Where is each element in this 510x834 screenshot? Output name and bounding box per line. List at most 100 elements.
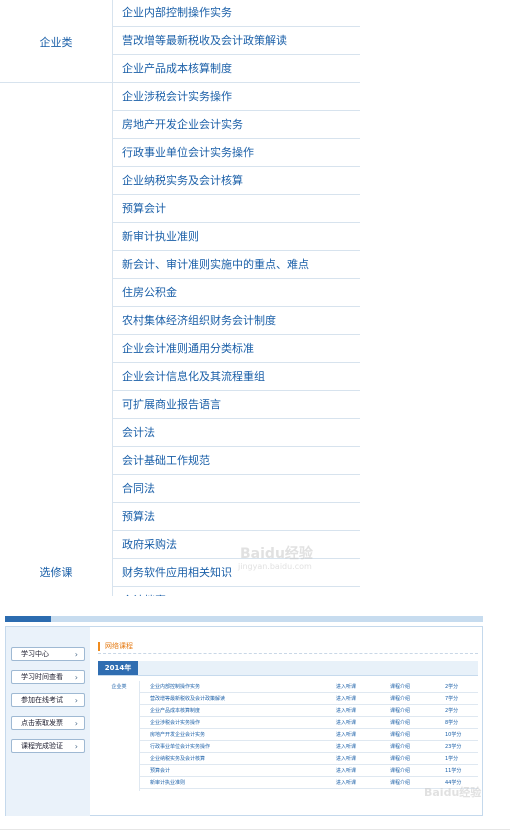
watermark-url: jingyan.baidu.com — [238, 562, 312, 571]
enter-course-link[interactable]: 进入听课 — [336, 681, 356, 693]
category-label: 选修课 — [39, 566, 73, 579]
course-link-row[interactable]: 企业纳税实务及会计核算 — [113, 167, 360, 195]
course-link-row[interactable]: 企业产品成本核算制度 — [113, 55, 360, 83]
enter-course-link[interactable]: 进入听课 — [336, 741, 356, 753]
course-link-row[interactable]: 房地产开发企业会计实务 — [113, 111, 360, 139]
course-link[interactable]: 营改增等最新税收及会计政策解读 — [122, 27, 287, 54]
table-row: 行政事业单位会计实务操作 进入听课 课程介绍 23学分 — [140, 741, 478, 753]
enter-course-link[interactable]: 进入听课 — [336, 777, 356, 789]
course-link-row[interactable]: 合同法 — [113, 475, 360, 503]
course-name-link[interactable]: 营改增等最新税收及会计政策解读 — [150, 693, 225, 705]
credit-value: 2学分 — [445, 684, 459, 690]
course-link[interactable]: 企业内部控制操作实务 — [122, 0, 232, 26]
sidebar-button[interactable]: 学习时间查看 › — [11, 670, 85, 684]
sidebar-button[interactable]: 参加在线考试 › — [11, 693, 85, 707]
course-link[interactable]: 农村集体经济组织财务会计制度 — [122, 307, 276, 334]
chevron-right-icon: › — [74, 696, 78, 705]
course-intro-link[interactable]: 课程介绍 — [390, 765, 410, 777]
course-name-link[interactable]: 新审计执业准则 — [150, 777, 185, 789]
watermark-logo: Baidu经验 — [424, 786, 482, 799]
course-link[interactable]: 合同法 — [122, 475, 155, 502]
course-link-row[interactable]: 新审计执业准则 — [113, 223, 360, 251]
course-intro-link[interactable]: 课程介绍 — [390, 693, 410, 705]
course-intro-link[interactable]: 课程介绍 — [390, 717, 410, 729]
course-link[interactable]: 财务软件应用相关知识 — [122, 559, 232, 586]
category-label: 企业类 — [39, 36, 73, 49]
course-link-row[interactable]: 农村集体经济组织财务会计制度 — [113, 307, 360, 335]
course-link-row[interactable]: 会计档案 — [113, 587, 360, 596]
embedded-screenshot: 学习中心 › 学习时间查看 › 参加在线考试 › 点击索取发票 › 课程完成验证 › 网络课程 2… — [5, 614, 483, 816]
course-link[interactable]: 行政事业单位会计实务操作 — [122, 139, 254, 166]
sidebar-button[interactable]: 课程完成验证 › — [11, 739, 85, 753]
progress-fill — [5, 616, 51, 622]
course-link[interactable]: 企业纳税实务及会计核算 — [122, 167, 243, 194]
course-intro-link[interactable]: 课程介绍 — [390, 681, 410, 693]
course-name-link[interactable]: 企业产品成本核算制度 — [150, 705, 200, 717]
course-link[interactable]: 新审计执业准则 — [122, 223, 199, 250]
course-link-row[interactable]: 企业涉税会计实务操作 — [113, 83, 360, 111]
course-link-row[interactable]: 企业内部控制操作实务 — [113, 0, 360, 27]
chevron-right-icon: › — [74, 673, 78, 682]
course-intro-link[interactable]: 课程介绍 — [390, 753, 410, 765]
course-link[interactable]: 会计法 — [122, 419, 155, 446]
course-link[interactable]: 预算会计 — [122, 195, 166, 222]
course-link-row[interactable]: 住房公积金 — [113, 279, 360, 307]
course-link[interactable]: 企业产品成本核算制度 — [122, 55, 232, 82]
course-name-link[interactable]: 预算会计 — [150, 765, 170, 777]
table-row: 预算会计 进入听课 课程介绍 11学分 — [140, 765, 478, 777]
course-name-link[interactable]: 企业内部控制操作实务 — [150, 681, 200, 693]
course-link[interactable]: 政府采购法 — [122, 531, 177, 558]
enter-course-link[interactable]: 进入听课 — [336, 705, 356, 717]
course-link[interactable]: 企业会计信息化及其流程重组 — [122, 363, 265, 390]
course-intro-link[interactable]: 课程介绍 — [390, 741, 410, 753]
course-link[interactable]: 住房公积金 — [122, 279, 177, 306]
sidebar-button[interactable]: 点击索取发票 › — [11, 716, 85, 730]
credit-value: 10学分 — [445, 732, 462, 738]
course-name-link[interactable]: 行政事业单位会计实务操作 — [150, 741, 210, 753]
course-link-row[interactable]: 会计基础工作规范 — [113, 447, 360, 475]
course-link[interactable]: 新会计、审计准则实施中的重点、难点 — [122, 251, 309, 278]
course-name-link[interactable]: 企业涉税会计实务操作 — [150, 717, 200, 729]
enter-course-link[interactable]: 进入听课 — [336, 729, 356, 741]
section-divider — [98, 653, 478, 654]
credit-value: 23学分 — [445, 744, 462, 750]
category-separator — [0, 82, 112, 83]
course-link[interactable]: 预算法 — [122, 503, 155, 530]
credit-value: 7学分 — [445, 696, 459, 702]
sidebar-button-label: 参加在线考试 — [21, 696, 63, 704]
chevron-right-icon: › — [74, 719, 78, 728]
course-link-row[interactable]: 行政事业单位会计实务操作 — [113, 139, 360, 167]
course-link-row[interactable]: 预算法 — [113, 503, 360, 531]
table-row: 企业内部控制操作实务 进入听课 课程介绍 2学分 — [140, 681, 478, 693]
course-link-row[interactable]: 预算会计 — [113, 195, 360, 223]
course-link[interactable]: 企业涉税会计实务操作 — [122, 83, 232, 110]
course-link[interactable]: 会计档案 — [122, 587, 166, 596]
watermark-logo: Baidu经验 — [240, 546, 313, 562]
course-link-row[interactable]: 营改增等最新税收及会计政策解读 — [113, 27, 360, 55]
course-intro-link[interactable]: 课程介绍 — [390, 705, 410, 717]
course-link[interactable]: 可扩展商业报告语言 — [122, 391, 221, 418]
enter-course-link[interactable]: 进入听课 — [336, 753, 356, 765]
course-link-row[interactable]: 会计法 — [113, 419, 360, 447]
enter-course-link[interactable]: 进入听课 — [336, 693, 356, 705]
chevron-right-icon: › — [74, 650, 78, 659]
tab-2014[interactable]: 2014年 — [98, 661, 138, 675]
course-link-row[interactable]: 可扩展商业报告语言 — [113, 391, 360, 419]
sidebar-button[interactable]: 学习中心 › — [11, 647, 85, 661]
course-link[interactable]: 企业会计准则通用分类标准 — [122, 335, 254, 362]
course-link-row[interactable]: 企业会计准则通用分类标准 — [113, 335, 360, 363]
course-link[interactable]: 房地产开发企业会计实务 — [122, 111, 243, 138]
enter-course-link[interactable]: 进入听课 — [336, 717, 356, 729]
course-intro-link[interactable]: 课程介绍 — [390, 777, 410, 789]
course-link[interactable]: 会计基础工作规范 — [122, 447, 210, 474]
section-title: 网络课程 — [105, 642, 133, 650]
course-link-row[interactable]: 新会计、审计准则实施中的重点、难点 — [113, 251, 360, 279]
enter-course-link[interactable]: 进入听课 — [336, 765, 356, 777]
course-intro-link[interactable]: 课程介绍 — [390, 729, 410, 741]
course-link-row[interactable]: 企业会计信息化及其流程重组 — [113, 363, 360, 391]
course-name-link[interactable]: 企业纳税实务及会计核算 — [150, 753, 205, 765]
table-row: 企业涉税会计实务操作 进入听课 课程介绍 8学分 — [140, 717, 478, 729]
course-link-row[interactable]: 政府采购法 — [113, 531, 360, 559]
course-link-row[interactable]: 财务软件应用相关知识 — [113, 559, 360, 587]
course-name-link[interactable]: 房地产开发企业会计实务 — [150, 729, 205, 741]
